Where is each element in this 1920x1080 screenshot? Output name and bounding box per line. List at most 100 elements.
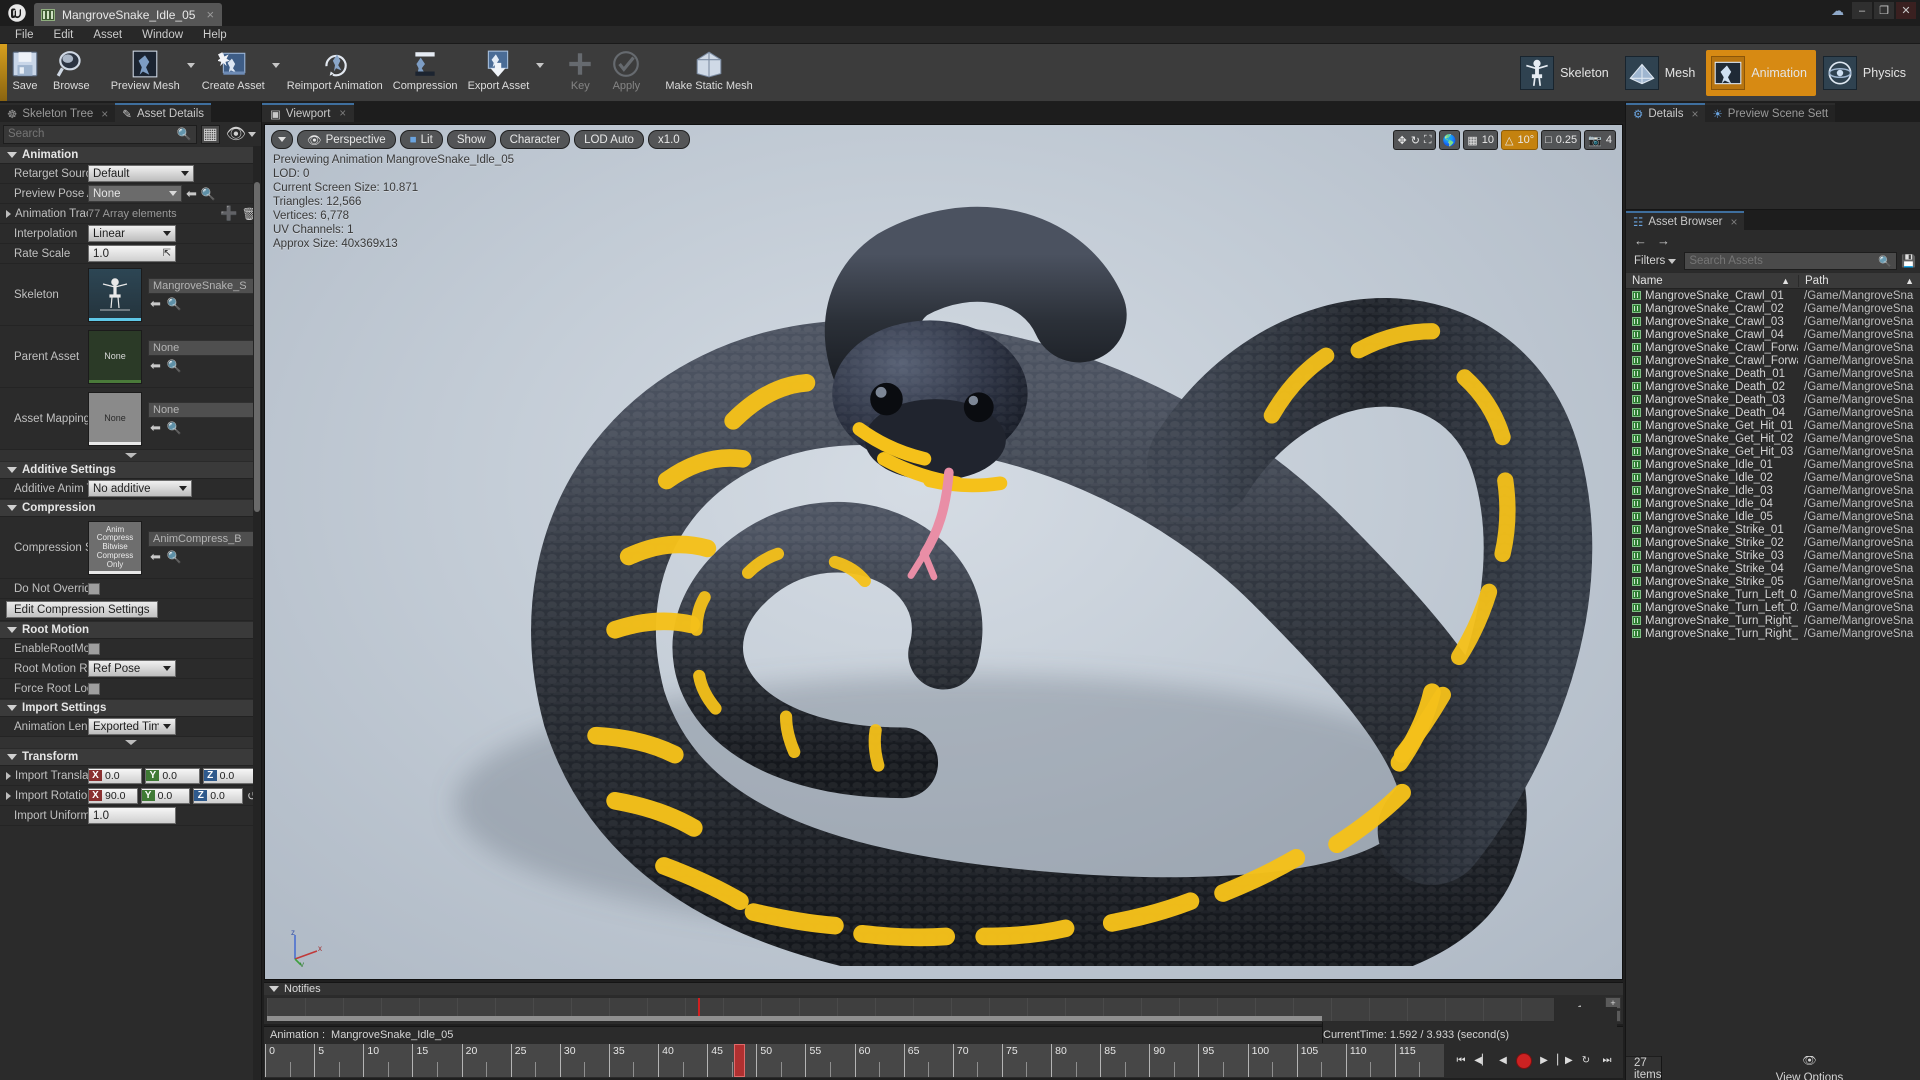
asset-row[interactable]: MangroveSnake_Strike_01/Game/MangroveSna: [1626, 523, 1920, 536]
asset-row[interactable]: MangroveSnake_Crawl_Forward_01/Game/Mang…: [1626, 341, 1920, 354]
browse-icon[interactable]: 🔍: [167, 359, 182, 373]
asset-row[interactable]: MangroveSnake_Idle_05/Game/MangroveSna: [1626, 510, 1920, 523]
asset-row[interactable]: MangroveSnake_Idle_02/Game/MangroveSna: [1626, 471, 1920, 484]
asset-search-wrap[interactable]: 🔍: [1684, 252, 1898, 270]
grid-snap-group[interactable]: ▦ 10: [1463, 130, 1498, 150]
viewport-character-button[interactable]: Character: [499, 130, 571, 149]
translation-z-field[interactable]: Z 0.0: [202, 767, 257, 784]
menu-item-edit[interactable]: Edit: [45, 27, 83, 43]
close-icon[interactable]: ×: [206, 7, 214, 22]
translation-y-field[interactable]: Y 0.0: [145, 767, 200, 784]
properties-scrollbar-track[interactable]: [253, 146, 261, 1080]
asset-row[interactable]: MangroveSnake_Death_04/Game/MangroveSna: [1626, 406, 1920, 419]
mode-button-mesh[interactable]: Mesh: [1620, 50, 1705, 96]
browse-icon[interactable]: 🔍: [167, 297, 182, 311]
notifies-header[interactable]: Notifies: [264, 983, 1623, 995]
animation-length-dropdown[interactable]: Exported Time: [88, 718, 176, 735]
tab-preview-scene-settings[interactable]: ☀ Preview Scene Sett: [1705, 103, 1836, 122]
translation-x-field[interactable]: X 0.0: [88, 767, 143, 784]
asset-row[interactable]: MangroveSnake_Crawl_01/Game/MangroveSna: [1626, 289, 1920, 302]
viewport-lod-button[interactable]: LOD Auto: [574, 130, 644, 149]
asset-row[interactable]: MangroveSnake_Turn_Right_02/Game/Mangrov…: [1626, 627, 1920, 640]
mode-button-skeleton[interactable]: Skeleton: [1515, 50, 1618, 96]
toolbar-save-button[interactable]: Save: [2, 44, 48, 101]
chevron-down-icon[interactable]: [534, 44, 546, 101]
asset-row[interactable]: MangroveSnake_Get_Hit_02/Game/MangroveSn…: [1626, 432, 1920, 445]
viewport-perspective-button[interactable]: 👁 Perspective: [297, 130, 396, 149]
skeleton-thumbnail[interactable]: [88, 267, 142, 322]
asset-row[interactable]: MangroveSnake_Death_03/Game/MangroveSna: [1626, 393, 1920, 406]
toolbar-apply-button[interactable]: Apply: [603, 44, 649, 101]
chevron-right-icon[interactable]: [6, 209, 11, 218]
timeline-ruler[interactable]: 0 5 10 15 20 25 30 35 40 45 50 55 60 65 70 75 80 85 90 95 10…: [264, 1043, 1445, 1078]
toolbar-browse-button[interactable]: Browse: [48, 44, 95, 101]
retarget-source-dropdown[interactable]: Default: [88, 165, 194, 182]
document-tab-mangrovesnake-idle-05[interactable]: MangroveSnake_Idle_05 ×: [34, 3, 223, 26]
play-button[interactable]: ▶: [1536, 1052, 1553, 1069]
asset-row[interactable]: MangroveSnake_Strike_04/Game/MangroveSna: [1626, 562, 1920, 575]
display-options-button[interactable]: ▦: [200, 124, 220, 144]
toolbar-compression-button[interactable]: Compression: [388, 44, 463, 101]
interpolation-dropdown[interactable]: Linear: [88, 225, 176, 242]
coordinate-system-button[interactable]: 🌎: [1438, 130, 1461, 150]
browse-icon[interactable]: 🔍: [167, 421, 182, 435]
toolbar-key-button[interactable]: Key: [557, 44, 603, 101]
section-compression[interactable]: Compression: [0, 499, 261, 517]
details-panel-body[interactable]: [1626, 122, 1920, 210]
scale-snap-icon[interactable]: □: [1545, 134, 1552, 146]
toolbar-preview-mesh-button[interactable]: Preview Mesh: [106, 44, 185, 101]
asset-row[interactable]: MangroveSnake_Strike_03/Game/MangroveSna: [1626, 549, 1920, 562]
minimize-button[interactable]: –: [1852, 2, 1872, 19]
notifies-lane[interactable]: [266, 997, 1555, 1022]
section-import-settings[interactable]: Import Settings: [0, 699, 261, 717]
nav-back-button[interactable]: ←: [1634, 233, 1647, 248]
properties-scrollbar-thumb[interactable]: [254, 182, 260, 512]
angle-snap-icon[interactable]: △: [1505, 134, 1513, 147]
use-selected-icon[interactable]: ⬅: [150, 358, 161, 374]
mode-button-physics[interactable]: Physics: [1818, 50, 1915, 96]
asset-row[interactable]: MangroveSnake_Idle_03/Game/MangroveSna: [1626, 484, 1920, 497]
chevron-right-icon[interactable]: [6, 771, 11, 780]
camera-speed-group[interactable]: 📷 4: [1584, 130, 1616, 150]
tab-asset-browser[interactable]: ☷ Asset Browser ×: [1626, 211, 1745, 230]
asset-row[interactable]: MangroveSnake_Crawl_03/Game/MangroveSna: [1626, 315, 1920, 328]
preview-pose-dropdown[interactable]: None: [88, 185, 182, 202]
maximize-button[interactable]: ❐: [1874, 2, 1894, 19]
loop-button[interactable]: ↻: [1578, 1052, 1595, 1069]
compression-scheme-thumbnail[interactable]: Anim Compress Bitwise Compress Only: [88, 520, 142, 575]
camera-speed-icon[interactable]: 📷: [1588, 134, 1602, 147]
menu-item-asset[interactable]: Asset: [84, 27, 131, 43]
scale-snap-group[interactable]: □ 0.25: [1541, 130, 1582, 150]
step-forward-button[interactable]: ▏▶: [1557, 1052, 1574, 1069]
notifies-scrollbar[interactable]: [267, 1016, 1323, 1021]
menu-item-window[interactable]: Window: [133, 27, 192, 43]
timeline-playhead[interactable]: [734, 1044, 746, 1077]
rotation-x-field[interactable]: X 90.0: [88, 787, 138, 804]
asset-search-input[interactable]: [1689, 255, 1879, 267]
menu-item-file[interactable]: File: [6, 27, 43, 43]
angle-snap-group[interactable]: △ 10°: [1500, 130, 1539, 150]
asset-row[interactable]: MangroveSnake_Crawl_02/Game/MangroveSna: [1626, 302, 1920, 315]
viewport-viewmode-button[interactable]: ■ Lit: [399, 130, 443, 149]
asset-mapping-thumbnail[interactable]: None: [88, 391, 142, 446]
asset-row[interactable]: MangroveSnake_Death_02/Game/MangroveSna: [1626, 380, 1920, 393]
import-uniform-input[interactable]: 1.0: [88, 807, 176, 824]
select-icon[interactable]: ✥: [1397, 134, 1406, 147]
import-collapse-handle[interactable]: [0, 737, 261, 748]
rotation-y-field[interactable]: Y 0.0: [140, 787, 191, 804]
chevron-down-icon[interactable]: [270, 44, 282, 101]
use-selected-icon[interactable]: ⬅: [150, 549, 161, 565]
browse-icon[interactable]: 🔍: [167, 550, 182, 564]
search-input[interactable]: [8, 128, 177, 140]
asset-row[interactable]: MangroveSnake_Turn_Left_01/Game/Mangrove…: [1626, 588, 1920, 601]
asset-details-properties[interactable]: Animation Retarget Source Default Previe…: [0, 146, 261, 1080]
to-start-button[interactable]: ⏮: [1453, 1052, 1470, 1069]
section-root-motion[interactable]: Root Motion: [0, 621, 261, 639]
column-path[interactable]: Path ▲: [1798, 274, 1920, 287]
cloud-icon[interactable]: ☁: [1831, 3, 1844, 19]
close-icon[interactable]: ×: [339, 108, 346, 120]
additive-anim-type-dropdown[interactable]: No additive: [88, 480, 192, 497]
section-transform[interactable]: Transform: [0, 748, 261, 766]
chevron-right-icon[interactable]: [6, 791, 11, 800]
rate-scale-input[interactable]: 1.0 ⇱: [88, 245, 176, 262]
